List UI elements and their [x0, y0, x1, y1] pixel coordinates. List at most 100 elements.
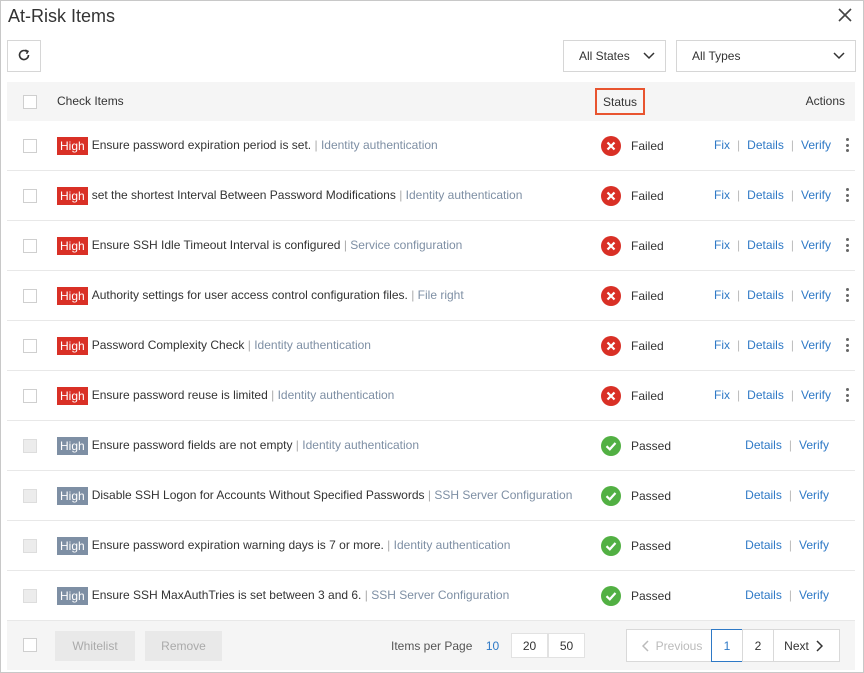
fix-link[interactable]: Fix — [714, 288, 730, 302]
x-circle-icon — [601, 186, 631, 206]
column-header-actions: Actions — [805, 94, 845, 108]
separator: | — [788, 438, 792, 452]
verify-link[interactable]: Verify — [799, 438, 829, 452]
kebab-menu-icon[interactable] — [845, 188, 849, 202]
details-link[interactable]: Details — [747, 138, 784, 152]
refresh-button[interactable] — [7, 40, 41, 72]
check-item-category: Identity authentication — [302, 438, 420, 453]
verify-link[interactable]: Verify — [801, 188, 831, 202]
separator: | — [387, 538, 391, 553]
details-link[interactable]: Details — [747, 238, 784, 252]
items-per-page-label: Items per Page — [391, 639, 473, 653]
risk-level-badge: High — [57, 387, 88, 405]
status-text: Failed — [631, 189, 664, 203]
check-item-name: Ensure password expiration period is set… — [91, 138, 312, 153]
verify-link[interactable]: Verify — [801, 288, 831, 302]
remove-button[interactable]: Remove — [145, 631, 222, 661]
dialog-title: At-Risk Items — [8, 6, 116, 26]
status-cell: Passed — [601, 486, 671, 506]
separator: | — [295, 438, 299, 453]
risk-level-badge: High — [57, 187, 88, 205]
separator: | — [737, 138, 741, 152]
details-link[interactable]: Details — [745, 438, 782, 452]
check-item: High set the shortest Interval Between Pa… — [57, 187, 522, 205]
verify-link[interactable]: Verify — [799, 538, 829, 552]
status-text: Passed — [631, 539, 672, 553]
row-checkbox — [23, 589, 37, 603]
table-row: High Ensure password reuse is limited | I… — [7, 371, 855, 421]
chevron-left-icon — [641, 639, 649, 652]
separator: | — [271, 388, 275, 403]
page-size-50[interactable]: 50 — [548, 633, 585, 658]
page-1-button[interactable]: 1 — [711, 629, 743, 662]
row-checkbox[interactable] — [23, 139, 37, 153]
select-all-checkbox[interactable] — [23, 95, 37, 109]
whitelist-button[interactable]: Whitelist — [55, 631, 135, 661]
details-link[interactable]: Details — [747, 338, 784, 352]
fix-link[interactable]: Fix — [714, 238, 730, 252]
details-link[interactable]: Details — [747, 288, 784, 302]
fix-link[interactable]: Fix — [714, 138, 730, 152]
row-checkbox[interactable] — [23, 289, 37, 303]
verify-link[interactable]: Verify — [799, 588, 829, 602]
page-size-20[interactable]: 20 — [511, 633, 548, 658]
check-item-category: SSH Server Configuration — [434, 488, 573, 503]
kebab-menu-icon[interactable] — [845, 288, 849, 302]
verify-link[interactable]: Verify — [801, 138, 831, 152]
x-circle-icon — [601, 386, 631, 406]
check-item-name: Ensure password fields are not empty — [91, 438, 293, 453]
check-item: High Ensure SSH Idle Timeout Interval is … — [57, 237, 462, 255]
status-cell: Failed — [601, 336, 664, 356]
status-text: Failed — [631, 239, 664, 253]
row-checkbox[interactable] — [23, 389, 37, 403]
column-header-status[interactable]: Status — [595, 88, 645, 115]
page-2-button[interactable]: 2 — [742, 629, 774, 662]
details-link[interactable]: Details — [747, 188, 784, 202]
chevron-down-icon — [833, 52, 845, 60]
risk-level-badge: High — [57, 287, 88, 305]
status-text: Passed — [631, 439, 672, 453]
row-actions: Details | Verify — [745, 588, 829, 602]
separator: | — [737, 288, 741, 302]
details-link[interactable]: Details — [747, 388, 784, 402]
check-item: High Password Complexity Check | Identity… — [57, 337, 371, 355]
close-icon[interactable] — [835, 5, 855, 25]
kebab-menu-icon[interactable] — [845, 388, 849, 402]
status-cell: Failed — [601, 386, 664, 406]
table-row: High Ensure password expiration period is… — [7, 121, 855, 171]
separator: | — [790, 238, 794, 252]
kebab-menu-icon[interactable] — [845, 138, 849, 152]
check-circle-icon — [601, 586, 631, 606]
next-page-button[interactable]: Next — [773, 629, 840, 662]
details-link[interactable]: Details — [745, 488, 782, 502]
verify-link[interactable]: Verify — [799, 488, 829, 502]
row-checkbox[interactable] — [23, 239, 37, 253]
verify-link[interactable]: Verify — [801, 388, 831, 402]
row-actions: Fix | Details | Verify — [714, 138, 849, 152]
page-size-10[interactable]: 10 — [474, 633, 511, 658]
table-row: High Ensure SSH Idle Timeout Interval is … — [7, 221, 855, 271]
kebab-menu-icon[interactable] — [845, 238, 849, 252]
kebab-menu-icon[interactable] — [845, 338, 849, 352]
row-checkbox[interactable] — [23, 339, 37, 353]
fix-link[interactable]: Fix — [714, 338, 730, 352]
verify-link[interactable]: Verify — [801, 338, 831, 352]
separator: | — [343, 238, 347, 253]
risk-level-badge: High — [57, 137, 88, 155]
types-filter-select[interactable]: All Types — [676, 40, 856, 72]
x-circle-icon — [601, 236, 631, 256]
refresh-icon — [17, 48, 31, 65]
row-actions: Fix | Details | Verify — [714, 288, 849, 302]
check-item-category: Identity authentication — [254, 338, 371, 353]
footer-select-all-checkbox[interactable] — [23, 638, 37, 652]
risk-level-badge: High — [57, 587, 88, 605]
details-link[interactable]: Details — [745, 588, 782, 602]
separator: | — [737, 238, 741, 252]
previous-page-button[interactable]: Previous — [626, 629, 712, 662]
fix-link[interactable]: Fix — [714, 188, 730, 202]
fix-link[interactable]: Fix — [714, 388, 730, 402]
verify-link[interactable]: Verify — [801, 238, 831, 252]
states-filter-select[interactable]: All States — [563, 40, 666, 72]
row-checkbox[interactable] — [23, 189, 37, 203]
details-link[interactable]: Details — [745, 538, 782, 552]
